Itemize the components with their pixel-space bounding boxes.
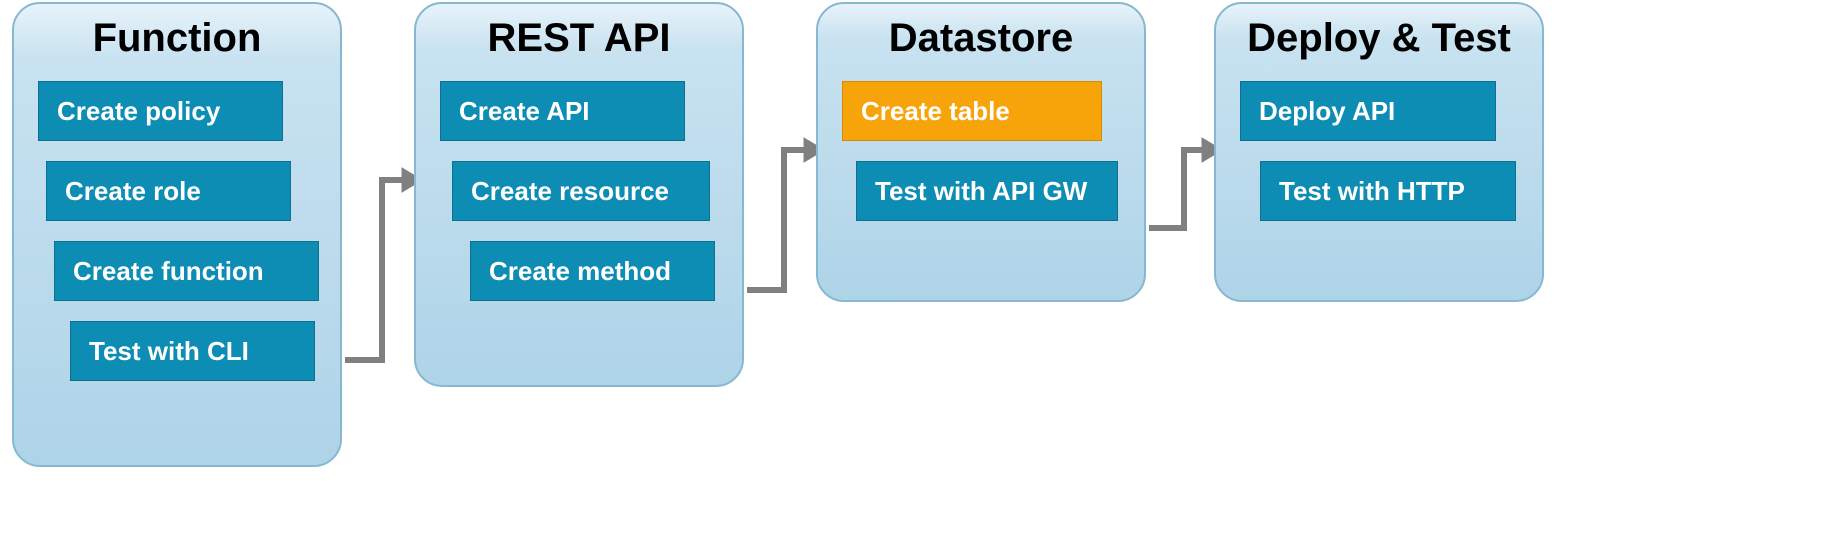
step-list-deploy: Deploy API Test with HTTP	[1216, 61, 1542, 241]
step-label: Create role	[65, 176, 201, 207]
step-test-with-http: Test with HTTP	[1260, 161, 1516, 221]
step-create-policy: Create policy	[38, 81, 283, 141]
step-list-datastore: Create table Test with API GW	[818, 61, 1144, 241]
step-label: Deploy API	[1259, 96, 1395, 127]
step-label: Create method	[489, 256, 671, 287]
step-label: Test with API GW	[875, 176, 1087, 207]
step-deploy-api: Deploy API	[1240, 81, 1496, 141]
card-restapi: REST API Create API Create resource Crea…	[414, 2, 744, 387]
step-create-table: Create table	[842, 81, 1102, 141]
step-create-role: Create role	[46, 161, 291, 221]
card-title-function: Function	[14, 16, 340, 61]
card-title-datastore: Datastore	[818, 16, 1144, 61]
step-create-api: Create API	[440, 81, 685, 141]
step-list-restapi: Create API Create resource Create method	[416, 61, 742, 321]
step-test-with-cli: Test with CLI	[70, 321, 315, 381]
step-label: Create function	[73, 256, 264, 287]
diagram-canvas: Function Create policy Create role Creat…	[0, 0, 1828, 550]
step-label: Create policy	[57, 96, 220, 127]
step-create-resource: Create resource	[452, 161, 710, 221]
step-create-method: Create method	[470, 241, 715, 301]
step-label: Test with HTTP	[1279, 176, 1465, 207]
card-datastore: Datastore Create table Test with API GW	[816, 2, 1146, 302]
card-function: Function Create policy Create role Creat…	[12, 2, 342, 467]
card-title-restapi: REST API	[416, 16, 742, 61]
step-create-function: Create function	[54, 241, 319, 301]
connector-arrow-1	[342, 160, 422, 370]
card-deploy: Deploy & Test Deploy API Test with HTTP	[1214, 2, 1544, 302]
step-label: Test with CLI	[89, 336, 249, 367]
step-label: Create table	[861, 96, 1010, 127]
step-list-function: Create policy Create role Create functio…	[14, 61, 340, 401]
card-title-deploy: Deploy & Test	[1216, 16, 1542, 61]
step-label: Create resource	[471, 176, 669, 207]
connector-arrow-2	[744, 130, 824, 300]
connector-arrow-3	[1146, 130, 1222, 250]
step-label: Create API	[459, 96, 590, 127]
step-test-with-api-gw: Test with API GW	[856, 161, 1118, 221]
